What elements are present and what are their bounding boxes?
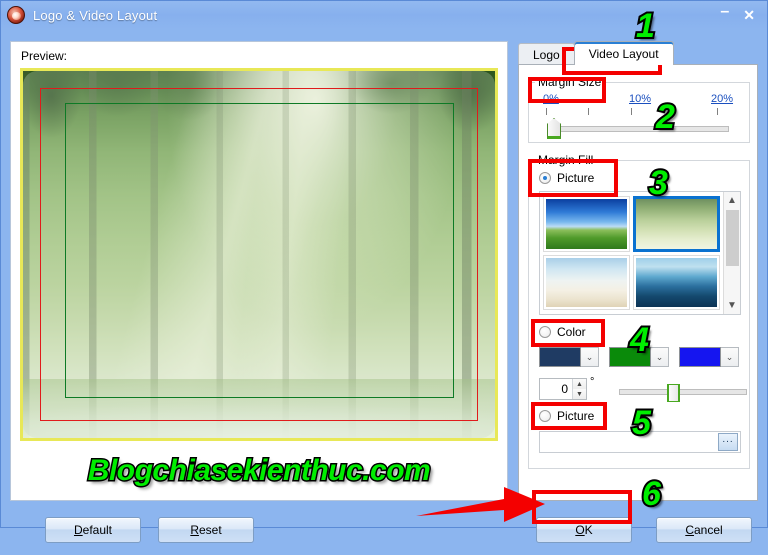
window-controls: – ✕ [720,4,755,23]
default-button[interactable]: Default [45,517,141,543]
radio-color[interactable]: Color [539,325,586,339]
window-title: Logo & Video Layout [33,7,158,23]
scroll-down-icon[interactable]: ▼ [724,297,741,314]
radio-picture-bottom-label: Picture [557,409,595,423]
margin-size-legend: Margin Size [538,75,602,89]
app-icon [7,6,25,24]
dialog-body: Preview: Blogchiasekienthuc.com Logo Vid… [1,29,767,543]
watermark-text: Blogchiasekienthuc.com [86,453,432,489]
radio-picture-top-label: Picture [557,171,595,185]
angle-row: 0 ▲ ▼ ° [539,376,747,402]
dialog-window: Logo & Video Layout – ✕ Preview: Blogchi… [0,0,768,543]
color-picker-3[interactable]: ⌄ [679,347,739,369]
preview-label: Preview: [21,49,68,63]
thumbnail-scrollbar[interactable]: ▲ ▼ [723,192,740,314]
browse-button[interactable]: ... [718,433,738,451]
chevron-down-icon[interactable]: ⌄ [721,347,739,367]
margin-size-ticks [543,108,729,115]
angle-decrement-icon[interactable]: ▼ [573,389,586,399]
thumbnail-image [636,199,717,249]
angle-value[interactable]: 0 [540,382,572,396]
preview-stage [20,68,498,441]
ok-button-label: K [584,523,593,537]
color-swatch-1 [539,347,581,367]
angle-spinner[interactable]: 0 ▲ ▼ [539,378,587,400]
margin-size-track [551,126,729,132]
radio-picture-top-dot [539,172,551,184]
angle-spinner-buttons: ▲ ▼ [572,379,586,399]
radio-picture-bottom[interactable]: Picture [539,409,594,423]
tab-logo[interactable]: Logo [518,43,575,65]
margin-size-slider[interactable] [539,118,739,140]
button-bar: Default Reset OK Cancel [1,509,767,555]
thumbnail-white-beach[interactable] [543,254,630,310]
color-picker-1[interactable]: ⌄ [539,347,599,369]
tab-video-layout[interactable]: Video Layout [573,41,674,65]
cancel-button-accel: C [685,523,694,537]
chevron-down-icon[interactable]: ⌄ [581,347,599,367]
minimize-icon[interactable]: – [720,4,729,20]
picture-thumbnail-list[interactable]: ▲ ▼ [539,191,741,315]
default-button-label: efault [82,523,113,537]
close-icon[interactable]: ✕ [743,8,755,22]
margin-fill-legend: Margin Fill [538,153,594,167]
margin-tick-0[interactable]: 0% [543,93,559,105]
margin-size-thumb[interactable] [547,118,561,139]
picture-path-row: ... [539,431,741,453]
margin-tick-20[interactable]: 20% [711,93,733,105]
radio-picture-top[interactable]: Picture [539,171,594,185]
scrollbar-thumb[interactable] [725,210,739,266]
color-swatch-3 [679,347,721,367]
reset-button-label: eset [198,523,222,537]
tab-strip: Logo Video Layout [518,41,674,65]
tab-page-video-layout: Margin Size 0% 10% 20% Margin Fill Pictu… [518,64,758,501]
tab-video-layout-label: Video Layout [588,46,659,61]
color-swatch-2 [609,347,651,367]
angle-increment-icon[interactable]: ▲ [573,379,586,389]
margin-tick-10[interactable]: 10% [629,93,651,105]
cancel-button[interactable]: Cancel [656,517,752,543]
reset-button[interactable]: Reset [158,517,254,543]
title-bar: Logo & Video Layout – ✕ [1,1,767,29]
degree-unit-label: ° [590,376,595,388]
cancel-button-label: ancel [693,523,723,537]
gradient-slider-track [619,389,747,395]
radio-color-label: Color [557,325,586,339]
preview-overlay-scrim [23,71,495,438]
reset-button-accel: R [190,523,199,537]
chevron-down-icon[interactable]: ⌄ [651,347,669,367]
gradient-slider-thumb[interactable] [667,384,680,402]
ok-button-accel: O [575,523,585,537]
default-button-accel: D [73,523,83,537]
thumbnail-ocean-palm-shadow[interactable] [633,254,720,310]
tab-logo-label: Logo [533,47,560,62]
gradient-slider[interactable] [619,384,747,402]
thumbnail-bliss-landscape[interactable] [543,196,630,252]
radio-picture-bottom-dot [539,410,551,422]
margin-fill-group: Margin Fill Picture ▲ ▼ Color ⌄ ⌄ ⌄ 0 ▲ … [528,153,750,469]
color-picker-2[interactable]: ⌄ [609,347,669,369]
color-swatch-row: ⌄ ⌄ ⌄ [539,347,743,369]
thumbnail-image [636,257,717,307]
margin-size-group: Margin Size 0% 10% 20% [528,75,750,143]
settings-panel: Logo Video Layout Margin Size 0% 10% 20% [518,41,758,501]
thumbnail-grid [540,192,723,314]
thumbnail-image [546,257,627,307]
scroll-up-icon[interactable]: ▲ [724,192,741,209]
preview-panel: Preview: Blogchiasekienthuc.com [10,41,508,501]
ok-button[interactable]: OK [536,517,632,543]
thumbnail-forest-light-rays[interactable] [633,196,720,252]
margin-size-tick-labels: 0% 10% 20% [529,93,749,107]
radio-color-dot [539,326,551,338]
picture-path-input[interactable] [540,432,718,452]
thumbnail-image [546,199,627,249]
